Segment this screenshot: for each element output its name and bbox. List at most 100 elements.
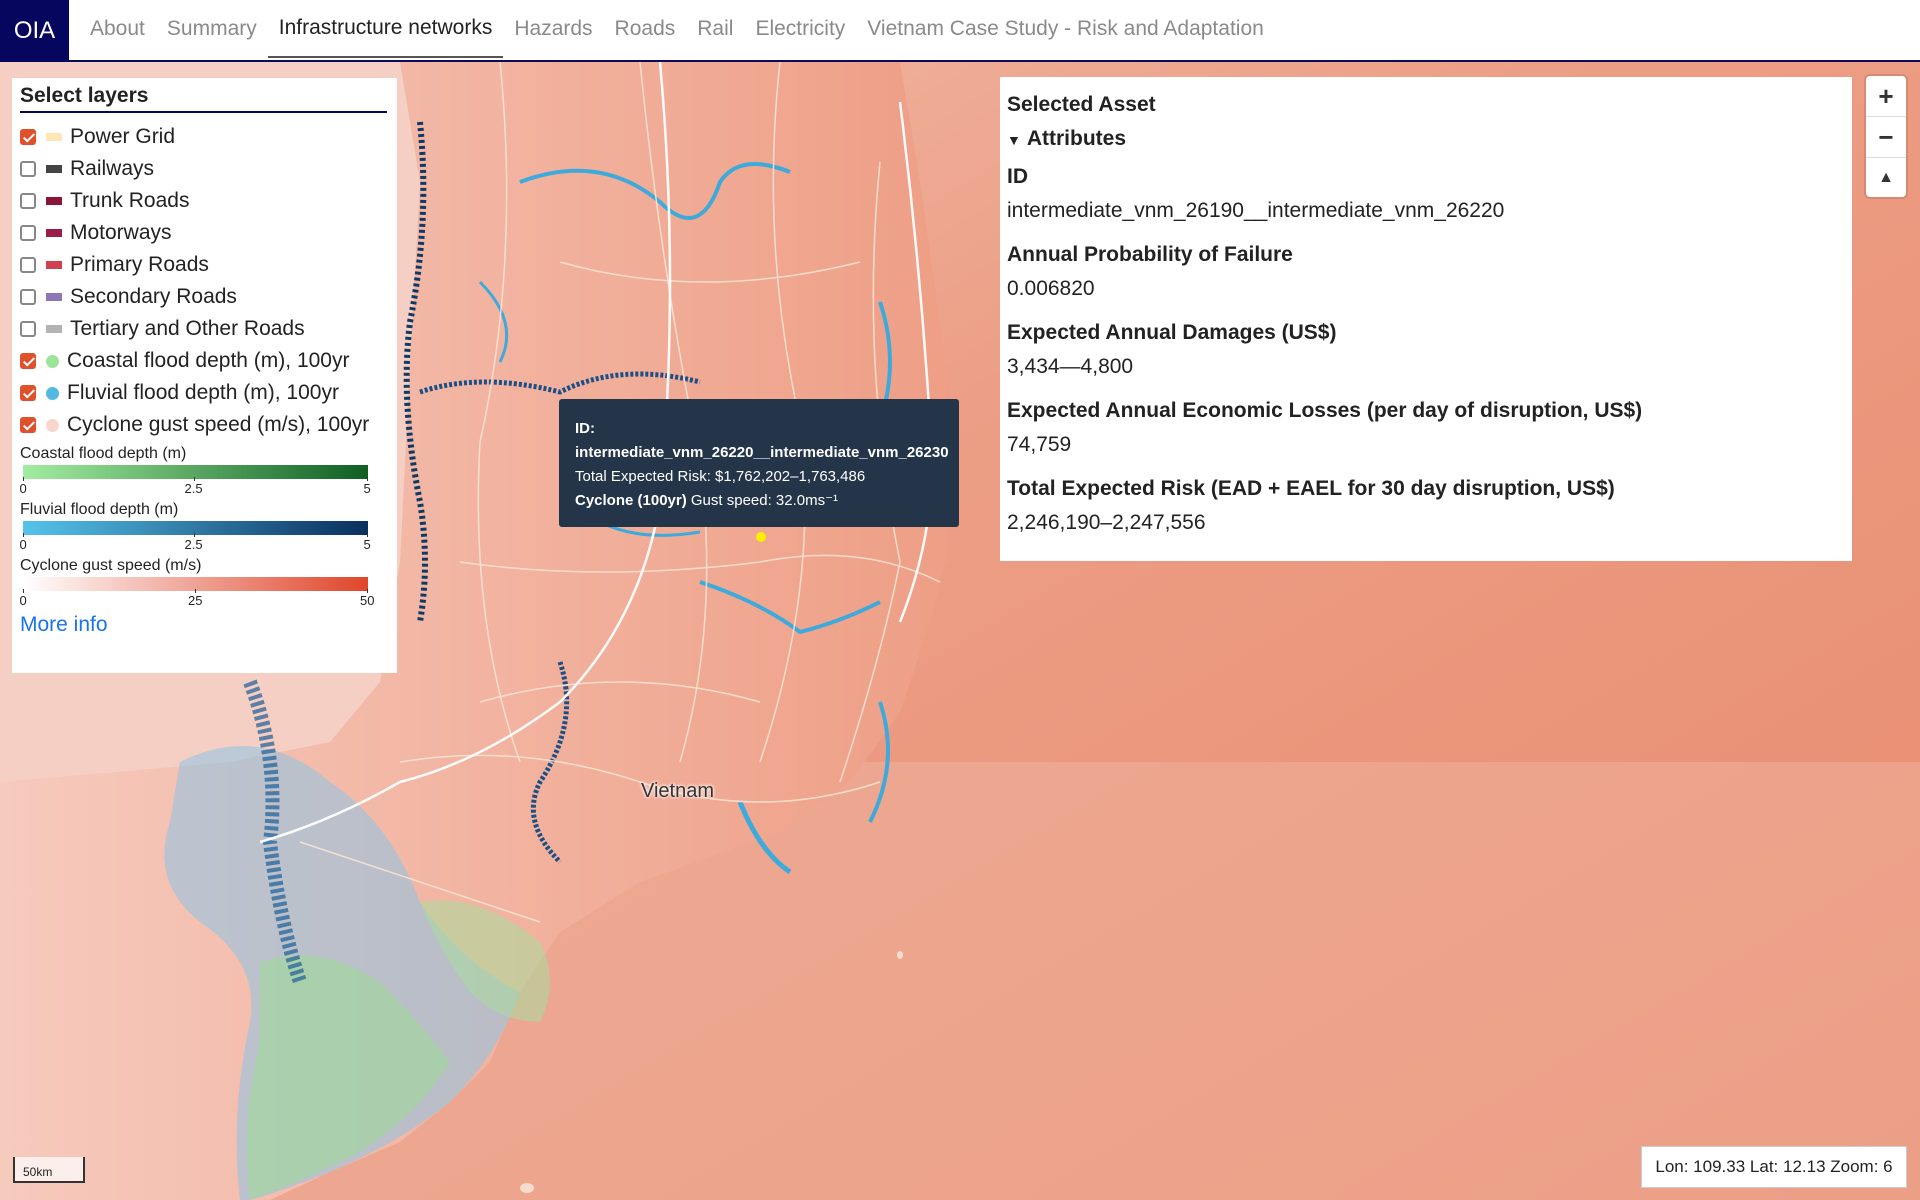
layer-swatch-icon (46, 165, 62, 173)
layer-swatch-icon (46, 325, 62, 333)
tooltip-hazard-text: Gust speed: 32.0ms⁻¹ (686, 492, 839, 509)
country-label: Vietnam (641, 780, 715, 802)
legend-title: Cyclone gust speed (m/s) (20, 557, 202, 574)
layer-swatch-icon (46, 261, 62, 269)
legend-block: Fluvial flood depth (m) 0 2.5 5 (20, 499, 389, 553)
legend-tick-label: 0 (19, 589, 27, 608)
nav-link-hazards[interactable]: Hazards (503, 0, 603, 58)
legend-ticks: 0 2.5 5 (19, 477, 380, 497)
selected-asset-panel: Selected Asset ▼ Attributes ID intermediat… (1000, 77, 1852, 561)
layer-row[interactable]: Motorways (20, 217, 389, 249)
nav-link-infrastructure-networks[interactable]: Infrastructure networks (267, 0, 504, 58)
layer-checkbox[interactable] (20, 193, 36, 209)
layer-row[interactable]: Cyclone gust speed (m/s), 100yr (20, 409, 389, 441)
asset-field-value: 0.006820 (1007, 277, 1095, 300)
layer-checkbox[interactable] (20, 353, 36, 369)
zoom-out-button[interactable]: − (1866, 117, 1906, 158)
tooltip-id-label: ID: (575, 420, 595, 437)
asset-field-key: Annual Probability of Failure (1007, 243, 1293, 266)
asset-field-key: Expected Annual Economic Losses (per day… (1007, 399, 1643, 422)
layer-label: Power Grid (70, 125, 176, 148)
layer-label: Fluvial flood depth (m), 100yr (67, 381, 339, 404)
layer-checkbox[interactable] (20, 129, 36, 145)
layer-checkbox[interactable] (20, 257, 36, 273)
layer-swatch-icon (46, 229, 62, 237)
scale-bar: 50km (13, 1157, 85, 1183)
map-tooltip: ID: intermediate_vnm_26220__intermediate… (559, 399, 959, 527)
legend-list: Coastal flood depth (m) 0 2.5 5 Fluvial floo… (20, 443, 389, 609)
tooltip-id-value: intermediate_vnm_26220__intermediate_vnm… (575, 444, 949, 461)
legend-tick-label: 0 (19, 477, 27, 496)
asset-field-value: intermediate_vnm_26190__intermediate_vnm… (1007, 199, 1505, 222)
asset-field-key: Total Expected Risk (EAD + EAEL for 30 d… (1007, 477, 1615, 500)
nav-links: About Summary Infrastructure networks Hazar… (79, 0, 1275, 60)
oia-logo[interactable]: OIA (0, 0, 69, 62)
legend-title: Fluvial flood depth (m) (20, 501, 179, 518)
layer-swatch-icon (46, 133, 62, 141)
compass-button[interactable]: ▲ (1866, 158, 1906, 198)
compass-icon: ▲ (1878, 169, 1894, 186)
coordinate-readout: Lon: 109.33 Lat: 12.13 Zoom: 6 (1641, 1146, 1907, 1188)
nav-link-summary[interactable]: Summary (156, 0, 268, 58)
legend-tick-label: 2.5 (184, 533, 203, 552)
layer-row[interactable]: Power Grid (20, 121, 389, 153)
legend-title: Coastal flood depth (m) (20, 445, 187, 462)
tooltip-hazard-label: Cyclone (100yr) (575, 492, 687, 509)
asset-field-value: 3,434—4,800 (1007, 355, 1134, 378)
tooltip-risk: Total Expected Risk: $1,762,202–1,763,48… (575, 468, 866, 485)
layer-list: Power Grid Railways Trunk Roads Motorways Pr… (20, 121, 389, 441)
layer-row[interactable]: Trunk Roads (20, 185, 389, 217)
nav-link-rail[interactable]: Rail (686, 0, 744, 58)
legend-tick-label: 25 (188, 589, 203, 608)
zoom-controls: + − ▲ (1866, 76, 1906, 197)
legend-tick-label: 2.5 (184, 477, 203, 496)
layer-label: Secondary Roads (70, 285, 237, 308)
nav-link-about[interactable]: About (79, 0, 156, 58)
layer-panel-title: Select layers (20, 84, 387, 113)
attributes-toggle[interactable]: ▼ Attributes (1007, 127, 1845, 151)
nav-link-electricity[interactable]: Electricity (744, 0, 856, 58)
layer-row[interactable]: Secondary Roads (20, 281, 389, 313)
layer-checkbox[interactable] (20, 321, 36, 337)
layer-checkbox[interactable] (20, 225, 36, 241)
legend-tick-label: 5 (363, 477, 371, 496)
asset-field-key: Expected Annual Damages (US$) (1007, 321, 1337, 344)
layer-row[interactable]: Primary Roads (20, 249, 389, 281)
layer-label: Trunk Roads (70, 189, 190, 212)
tooltip-hazard: Cyclone (100yr) Gust speed: 32.0ms⁻¹ (575, 489, 943, 513)
layer-checkbox[interactable] (20, 385, 36, 401)
attributes-label: Attributes (1026, 127, 1127, 150)
legend-block: Cyclone gust speed (m/s) 0 25 50 (20, 555, 389, 609)
layer-dot-icon (46, 386, 59, 400)
triangle-down-icon: ▼ (1007, 132, 1021, 148)
layer-label: Primary Roads (70, 253, 209, 276)
layer-panel: Select layers Power Grid Railways Trunk Ro… (12, 78, 397, 673)
layer-label: Tertiary and Other Roads (70, 317, 305, 340)
asset-field-value: 2,246,190–2,247,556 (1007, 511, 1206, 534)
layer-label: Motorways (70, 221, 172, 244)
nav-link-vietnam-case-study-risk-and-adaptation[interactable]: Vietnam Case Study - Risk and Adaptation (856, 0, 1275, 58)
layer-label: Coastal flood depth (m), 100yr (67, 349, 350, 372)
layer-row[interactable]: Fluvial flood depth (m), 100yr (20, 377, 389, 409)
asset-fields: ID intermediate_vnm_26190__intermediate_v… (1007, 165, 1845, 535)
layer-row[interactable]: Railways (20, 153, 389, 185)
layer-row[interactable]: Tertiary and Other Roads (20, 313, 389, 345)
layer-dot-icon (46, 354, 59, 368)
zoom-in-button[interactable]: + (1866, 76, 1906, 117)
more-info-link[interactable]: More info (20, 613, 108, 637)
nav-link-roads[interactable]: Roads (604, 0, 687, 58)
top-nav: OIA About Summary Infrastructure networks H… (0, 0, 1920, 62)
legend-ticks: 0 2.5 5 (19, 533, 380, 553)
layer-checkbox[interactable] (20, 161, 36, 177)
layer-checkbox[interactable] (20, 417, 36, 433)
layer-dot-icon (46, 418, 59, 432)
layer-checkbox[interactable] (20, 289, 36, 305)
legend-tick-label: 0 (19, 533, 27, 552)
layer-swatch-icon (46, 293, 62, 301)
asset-field-value: 74,759 (1007, 433, 1072, 456)
legend-gradient-bar (23, 465, 368, 479)
legend-gradient-bar (23, 521, 368, 535)
layer-swatch-icon (46, 197, 62, 205)
legend-ticks: 0 25 50 (19, 589, 380, 609)
layer-row[interactable]: Coastal flood depth (m), 100yr (20, 345, 389, 377)
